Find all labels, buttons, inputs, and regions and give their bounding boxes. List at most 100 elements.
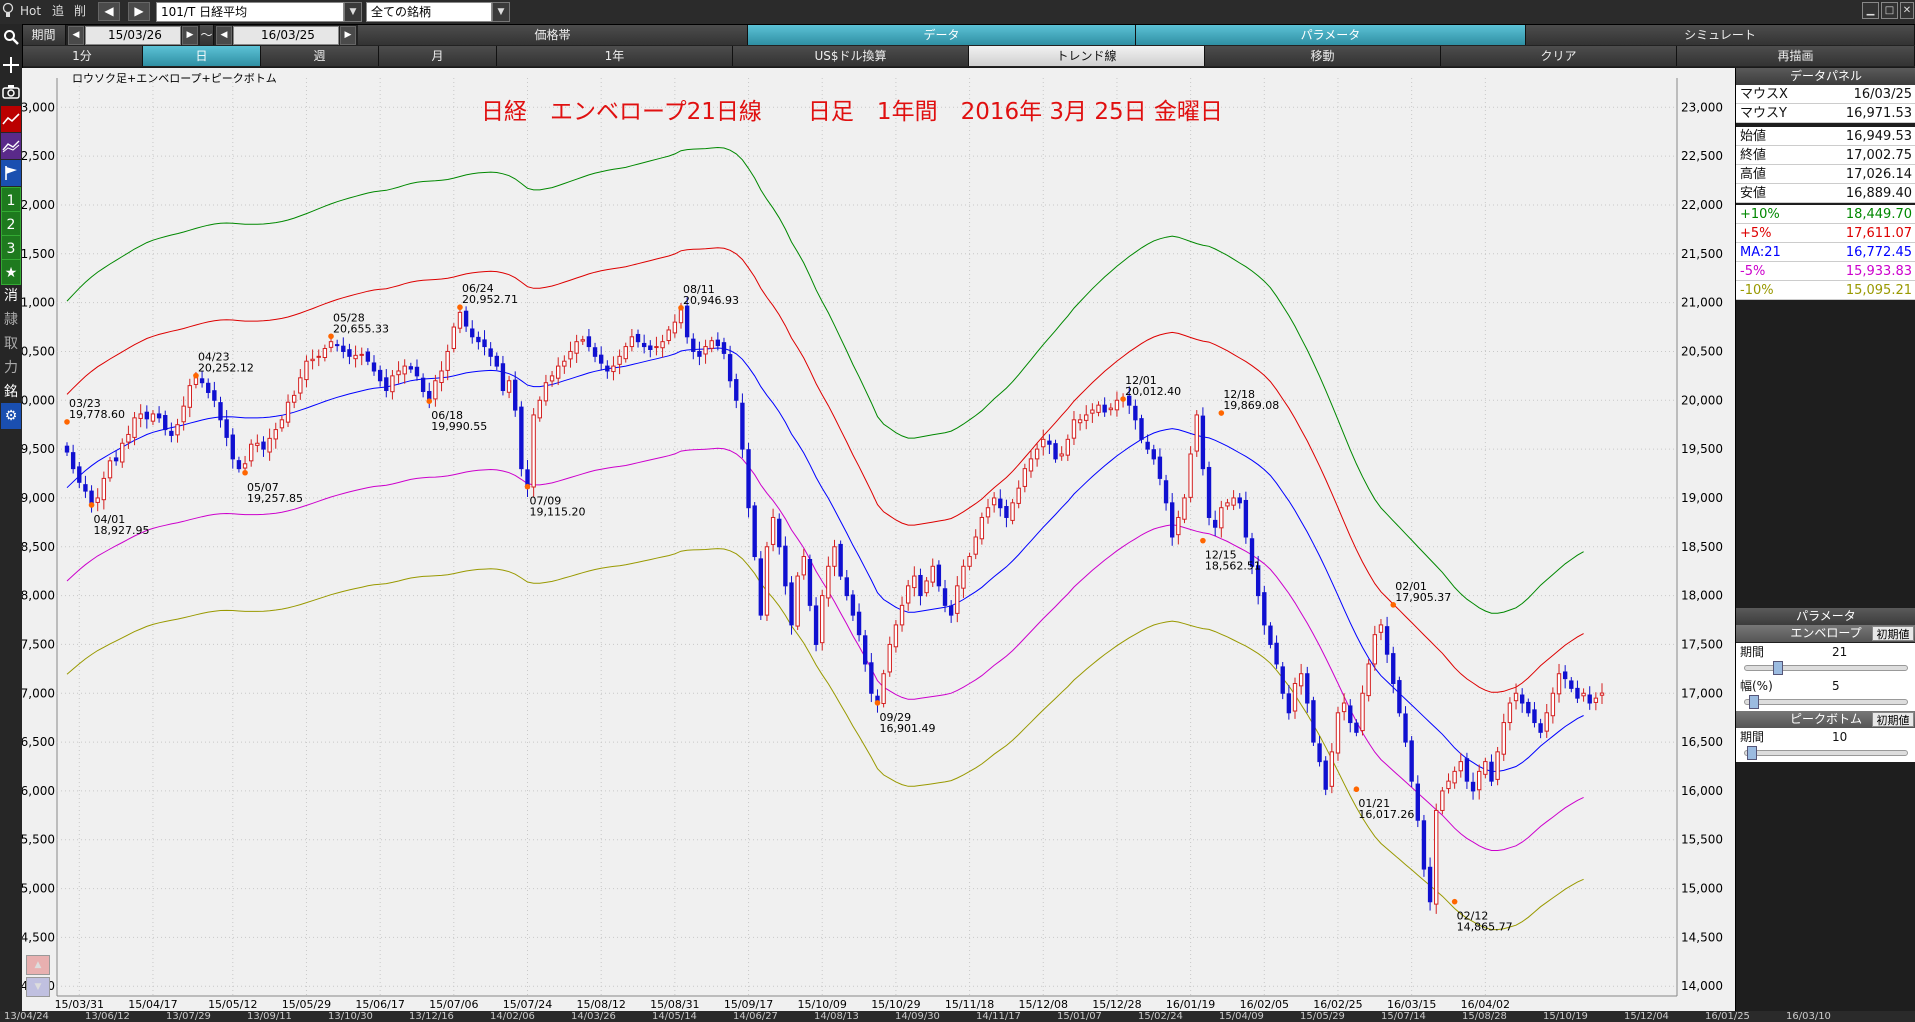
delete-button[interactable]: 削 — [74, 2, 86, 21]
tab-parameter[interactable]: パラメータ — [1136, 25, 1526, 45]
zoom-out-icon[interactable]: ▼ — [26, 977, 50, 997]
timeframe-month[interactable]: 月 — [379, 46, 497, 66]
candle-body — [132, 417, 137, 438]
candle-body — [531, 414, 536, 488]
candle-body — [1384, 626, 1390, 655]
indicator-icon[interactable] — [1, 133, 21, 159]
candle-body — [494, 355, 499, 367]
overview-date-label: 16/01/25 — [1705, 1011, 1750, 1022]
candle-body — [543, 382, 549, 402]
candle-body — [1581, 692, 1586, 697]
erase-button[interactable]: 消 — [1, 283, 21, 309]
envelope-reset-button[interactable]: 初期値 — [1872, 626, 1914, 641]
candle-body — [310, 358, 315, 362]
slider-knob[interactable] — [1773, 661, 1783, 675]
candle-body — [641, 342, 647, 348]
overview-date-label: 13/09/11 — [247, 1011, 292, 1022]
slider-knob[interactable] — [1747, 746, 1757, 760]
line-chart-icon[interactable] — [1, 106, 21, 132]
zoom-in-icon[interactable]: ▲ — [26, 955, 50, 975]
end-date-input[interactable]: 16/03/25 — [233, 26, 339, 45]
tab-data[interactable]: データ — [748, 25, 1136, 45]
universe-select[interactable]: 全ての銘柄 — [366, 2, 492, 22]
close-button[interactable]: ✕ — [1900, 2, 1914, 19]
universe-dropdown-button[interactable]: ▼ — [492, 2, 510, 22]
x-tick-label: 16/02/25 — [1313, 998, 1362, 1011]
start-date-prev-button[interactable]: ◀ — [68, 26, 84, 45]
timeframe-1year[interactable]: 1年 — [497, 46, 733, 66]
maximize-button[interactable]: □ — [1881, 2, 1898, 19]
tool-kanji-2[interactable]: 隷 — [1, 307, 21, 333]
move-button[interactable]: 移動 — [1205, 46, 1441, 66]
camera-icon[interactable] — [1, 79, 21, 105]
add-button[interactable]: 追 — [52, 2, 64, 21]
redraw-button[interactable]: 再描画 — [1677, 46, 1915, 66]
data-row-label: 終値 — [1740, 148, 1767, 163]
minimize-button[interactable]: ▁ — [1862, 2, 1879, 19]
slider-knob[interactable] — [1749, 695, 1759, 709]
x-tick-label: 15/09/17 — [724, 998, 773, 1011]
peak-reset-button[interactable]: 初期値 — [1872, 712, 1914, 727]
end-date-prev-button[interactable]: ◀ — [216, 26, 232, 45]
search-icon[interactable] — [1, 24, 21, 50]
chart-area[interactable]: 14,00014,00014,50014,50015,00015,00015,5… — [22, 68, 1735, 1011]
start-date-next-button[interactable]: ▶ — [182, 26, 198, 45]
timeframe-week[interactable]: 週 — [261, 46, 379, 66]
candle-body — [1477, 770, 1482, 791]
peak-bottom-marker — [242, 469, 248, 476]
candle-body — [967, 556, 972, 567]
prev-symbol-button[interactable]: ◀ — [98, 2, 120, 21]
brand-button[interactable]: 銘 — [1, 379, 21, 405]
tab-simulate[interactable]: シミュレート — [1526, 25, 1915, 45]
data-panel-title: データパネル — [1736, 68, 1915, 85]
tool-kanji-3[interactable]: 取 — [1, 331, 21, 357]
peak-period-slider[interactable] — [1744, 746, 1908, 760]
candle-body — [691, 338, 696, 352]
lightbulb-icon[interactable] — [2, 2, 14, 21]
symbol-input[interactable]: 101/T 日経平均 — [156, 2, 344, 22]
envelope-period-slider[interactable] — [1744, 661, 1908, 675]
overview-date-label: 13/10/30 — [328, 1011, 373, 1022]
y-tick-label-right: 18,500 — [1681, 540, 1723, 554]
timeframe-1min[interactable]: 1分 — [22, 46, 143, 66]
candle-body — [783, 545, 788, 587]
hot-button[interactable]: Hot — [20, 2, 41, 21]
usd-convert-button[interactable]: US$ドル換算 — [733, 46, 969, 66]
clear-button[interactable]: クリア — [1441, 46, 1677, 66]
symbol-dropdown-button[interactable]: ▼ — [344, 2, 362, 22]
candle-body — [1391, 653, 1396, 684]
candle-body — [212, 390, 217, 401]
candle-body — [918, 574, 923, 597]
x-tick-label: 16/03/15 — [1387, 998, 1436, 1011]
preset-3-button[interactable]: 3 — [1, 235, 21, 261]
crosshair-icon[interactable] — [1, 52, 21, 78]
end-date-next-button[interactable]: ▶ — [340, 26, 356, 45]
annotation-value: 20,252.12 — [198, 362, 254, 375]
gear-icon[interactable]: ⚙ — [1, 403, 21, 429]
candle-body — [598, 354, 604, 364]
next-symbol-button[interactable]: ▶ — [128, 2, 150, 21]
tool-kanji-4[interactable]: 力 — [1, 355, 21, 381]
right-panel: データパネル マウスX 16/03/25 マウスY 16,971.53 始値 16,949… — [1735, 68, 1915, 1011]
tab-price-range[interactable]: 価格帯 — [358, 25, 748, 45]
timeframe-day[interactable]: 日 — [143, 46, 261, 66]
star-icon[interactable]: ★ — [1, 259, 21, 285]
overview-date-strip[interactable]: 13/04/24 13/06/12 13/07/29 13/09/11 13/10/30… — [0, 1011, 1915, 1022]
envelope-width-slider[interactable] — [1744, 695, 1908, 709]
preset-1-button[interactable]: 1 — [1, 187, 21, 213]
candle-body — [1366, 663, 1371, 697]
annotation-value: 20,655.33 — [333, 322, 389, 335]
candle-body — [206, 382, 211, 393]
preset-2-button[interactable]: 2 — [1, 211, 21, 237]
candle-body — [175, 424, 180, 436]
candle-body — [1028, 458, 1034, 472]
candle-body — [384, 377, 389, 392]
y-tick-label-right: 17,000 — [1681, 686, 1723, 700]
data-row-label: +5% — [1740, 226, 1772, 241]
candle-body — [156, 413, 162, 419]
candle-body — [1415, 783, 1420, 821]
flag-icon[interactable] — [1, 160, 21, 186]
start-date-input[interactable]: 15/03/26 — [85, 26, 181, 45]
trendline-button[interactable]: トレンド線 — [969, 46, 1205, 66]
candlestick-chart[interactable]: 14,00014,00014,50014,50015,00015,00015,5… — [22, 68, 1735, 1011]
